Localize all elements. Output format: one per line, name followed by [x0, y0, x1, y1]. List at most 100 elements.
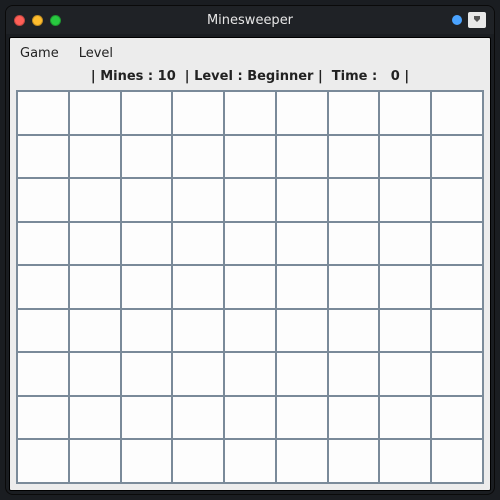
mine-cell[interactable]	[380, 440, 430, 482]
mine-cell[interactable]	[70, 440, 120, 482]
java-icon	[468, 12, 486, 28]
mine-cell[interactable]	[70, 136, 120, 178]
mine-cell[interactable]	[173, 353, 223, 395]
mine-cell[interactable]	[70, 92, 120, 134]
mine-cell[interactable]	[432, 266, 482, 308]
mine-cell[interactable]	[329, 440, 379, 482]
titlebar: Minesweeper	[6, 6, 494, 34]
window-controls	[14, 15, 61, 26]
mine-cell[interactable]	[18, 440, 68, 482]
mine-cell[interactable]	[225, 353, 275, 395]
mine-cell[interactable]	[173, 179, 223, 221]
minimize-icon[interactable]	[32, 15, 43, 26]
mine-cell[interactable]	[277, 223, 327, 265]
mine-cell[interactable]	[122, 353, 172, 395]
mine-cell[interactable]	[18, 223, 68, 265]
status-bar: | Mines : 10 | Level : Beginner | Time :…	[16, 67, 484, 90]
mine-cell[interactable]	[329, 136, 379, 178]
mine-cell[interactable]	[173, 440, 223, 482]
mine-cell[interactable]	[329, 266, 379, 308]
mine-cell[interactable]	[225, 440, 275, 482]
mine-cell[interactable]	[432, 397, 482, 439]
mine-cell[interactable]	[70, 266, 120, 308]
mine-cell[interactable]	[432, 440, 482, 482]
mine-cell[interactable]	[329, 397, 379, 439]
mine-cell[interactable]	[18, 92, 68, 134]
mine-cell[interactable]	[380, 353, 430, 395]
mine-cell[interactable]	[122, 92, 172, 134]
mine-cell[interactable]	[432, 92, 482, 134]
mine-cell[interactable]	[173, 223, 223, 265]
menubar: Game Level	[16, 42, 484, 67]
mine-cell[interactable]	[18, 179, 68, 221]
mine-cell[interactable]	[173, 266, 223, 308]
mine-cell[interactable]	[380, 310, 430, 352]
mine-cell[interactable]	[225, 266, 275, 308]
menu-level[interactable]: Level	[79, 46, 113, 61]
mine-cell[interactable]	[173, 397, 223, 439]
mine-cell[interactable]	[432, 136, 482, 178]
mine-cell[interactable]	[277, 92, 327, 134]
mine-cell[interactable]	[432, 310, 482, 352]
mine-cell[interactable]	[225, 397, 275, 439]
mine-grid	[16, 90, 484, 484]
mine-cell[interactable]	[329, 310, 379, 352]
window-title: Minesweeper	[6, 13, 494, 28]
mine-cell[interactable]	[122, 223, 172, 265]
mine-cell[interactable]	[122, 440, 172, 482]
mine-cell[interactable]	[18, 397, 68, 439]
mine-cell[interactable]	[70, 179, 120, 221]
mine-cell[interactable]	[225, 223, 275, 265]
mines-value: 10	[158, 69, 176, 84]
mine-cell[interactable]	[380, 223, 430, 265]
mine-cell[interactable]	[173, 136, 223, 178]
mine-cell[interactable]	[380, 397, 430, 439]
mine-cell[interactable]	[277, 266, 327, 308]
mine-cell[interactable]	[329, 223, 379, 265]
mine-cell[interactable]	[329, 92, 379, 134]
mine-cell[interactable]	[173, 92, 223, 134]
mine-cell[interactable]	[329, 179, 379, 221]
mine-cell[interactable]	[277, 179, 327, 221]
mine-cell[interactable]	[70, 310, 120, 352]
mine-cell[interactable]	[225, 310, 275, 352]
mine-cell[interactable]	[277, 353, 327, 395]
close-icon[interactable]	[14, 15, 25, 26]
mine-cell[interactable]	[122, 266, 172, 308]
mine-cell[interactable]	[70, 223, 120, 265]
mine-cell[interactable]	[432, 179, 482, 221]
mine-cell[interactable]	[225, 179, 275, 221]
level-label: Level	[194, 69, 233, 84]
mines-label: Mines	[100, 69, 143, 84]
mine-cell[interactable]	[380, 266, 430, 308]
mine-cell[interactable]	[432, 353, 482, 395]
mine-cell[interactable]	[18, 266, 68, 308]
client-area: Game Level | Mines : 10 | Level : Beginn…	[9, 37, 491, 491]
mine-cell[interactable]	[18, 136, 68, 178]
mine-cell[interactable]	[380, 179, 430, 221]
mine-cell[interactable]	[329, 353, 379, 395]
mine-cell[interactable]	[70, 353, 120, 395]
mine-cell[interactable]	[277, 440, 327, 482]
mine-cell[interactable]	[277, 397, 327, 439]
mine-cell[interactable]	[18, 353, 68, 395]
maximize-icon[interactable]	[50, 15, 61, 26]
menu-game[interactable]: Game	[20, 46, 59, 61]
mine-cell[interactable]	[122, 179, 172, 221]
mine-cell[interactable]	[380, 92, 430, 134]
mine-cell[interactable]	[225, 92, 275, 134]
mine-cell[interactable]	[70, 397, 120, 439]
mine-cell[interactable]	[122, 136, 172, 178]
mine-cell[interactable]	[277, 310, 327, 352]
time-label: Time	[332, 69, 368, 84]
mine-cell[interactable]	[122, 397, 172, 439]
mine-cell[interactable]	[122, 310, 172, 352]
mine-cell[interactable]	[225, 136, 275, 178]
mine-cell[interactable]	[277, 136, 327, 178]
mine-cell[interactable]	[380, 136, 430, 178]
mine-cell[interactable]	[173, 310, 223, 352]
mine-cell[interactable]	[432, 223, 482, 265]
mine-cell[interactable]	[18, 310, 68, 352]
level-value: Beginner	[247, 69, 313, 84]
titlebar-right	[452, 12, 486, 28]
